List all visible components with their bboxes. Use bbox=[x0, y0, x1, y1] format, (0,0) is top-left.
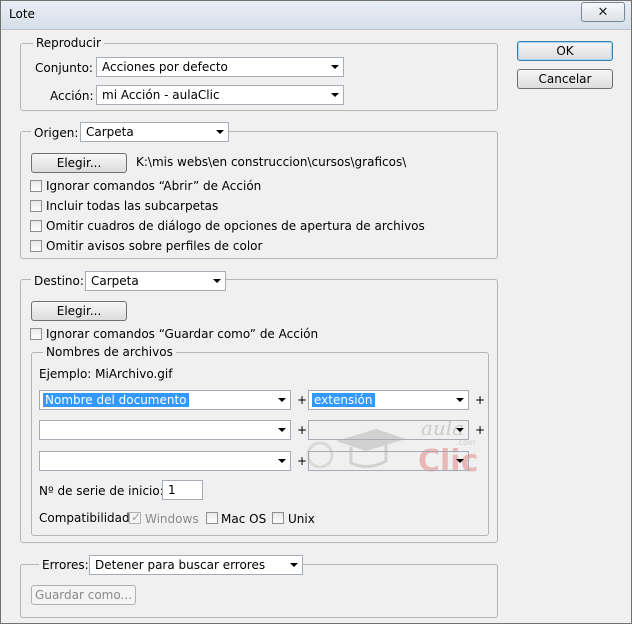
origen-path: K:\mis webs\en construccion\cursos\grafi… bbox=[136, 155, 407, 169]
accion-label: Acción: bbox=[50, 89, 94, 103]
incluir-subcarpetas-label: Incluir todas las subcarpetas bbox=[46, 199, 219, 213]
chevron-down-icon bbox=[331, 65, 339, 69]
filename-part3-select[interactable] bbox=[39, 420, 291, 440]
cancel-button[interactable]: Cancelar bbox=[517, 69, 613, 89]
destino-value: Carpeta bbox=[91, 274, 139, 288]
origen-elegir-button[interactable]: Elegir... bbox=[31, 153, 127, 173]
compat-windows-checkbox[interactable]: ✓ bbox=[129, 510, 142, 524]
accion-select[interactable]: mi Acción - aulaClic bbox=[96, 85, 344, 105]
close-icon: ✕ bbox=[597, 4, 609, 20]
filename-part1-select[interactable]: Nombre del documento bbox=[39, 390, 291, 410]
errores-value: Detener para buscar errores bbox=[95, 558, 266, 572]
close-button[interactable]: ✕ bbox=[581, 2, 625, 22]
serie-input[interactable]: 1 bbox=[162, 480, 203, 500]
plus-sign: + bbox=[297, 454, 308, 468]
chevron-down-icon bbox=[213, 279, 221, 283]
chevron-down-icon bbox=[290, 563, 298, 567]
conjunto-label: Conjunto: bbox=[35, 61, 93, 75]
ignorar-abrir-label: Ignorar comandos “Abrir” de Acción bbox=[46, 179, 262, 193]
check-mark-icon: ✓ bbox=[131, 510, 142, 524]
plus-sign: + bbox=[297, 393, 308, 407]
serie-value: 1 bbox=[168, 483, 176, 497]
guardar-como-button[interactable]: Guardar como... bbox=[31, 585, 136, 605]
omitir-perfiles-label: Omitir avisos sobre perfiles de color bbox=[46, 239, 263, 253]
destino-label: Destino: bbox=[31, 274, 87, 288]
plus-sign: + bbox=[475, 423, 486, 437]
chevron-down-icon bbox=[216, 130, 224, 134]
ignorar-abrir-checkbox[interactable] bbox=[30, 180, 42, 192]
ejemplo-text: Ejemplo: MiArchivo.gif bbox=[39, 367, 173, 381]
chevron-down-icon bbox=[456, 398, 464, 402]
compat-unix-checkbox[interactable] bbox=[272, 512, 284, 524]
filename-part4-select[interactable] bbox=[308, 420, 469, 440]
chevron-down-icon bbox=[278, 398, 286, 402]
accion-value: mi Acción - aulaClic bbox=[102, 88, 220, 102]
errores-select[interactable]: Detener para buscar errores bbox=[89, 555, 303, 575]
conjunto-select[interactable]: Acciones por defecto bbox=[96, 57, 344, 77]
compat-mac-label: Mac OS bbox=[221, 512, 267, 526]
omitir-dialogos-label: Omitir cuadros de diálogo de opciones de… bbox=[46, 219, 425, 233]
destino-select[interactable]: Carpeta bbox=[85, 271, 226, 291]
filename-part5-select[interactable] bbox=[39, 451, 291, 471]
origen-value: Carpeta bbox=[86, 125, 134, 139]
origen-label: Origen: bbox=[31, 126, 82, 140]
compat-mac-checkbox[interactable] bbox=[206, 512, 218, 524]
chevron-down-icon bbox=[278, 459, 286, 463]
chevron-down-icon bbox=[456, 459, 464, 463]
omitir-perfiles-checkbox[interactable] bbox=[30, 240, 42, 252]
reproducir-legend: Reproducir bbox=[33, 36, 104, 50]
ignorar-guardar-checkbox[interactable] bbox=[30, 328, 42, 340]
destino-elegir-button[interactable]: Elegir... bbox=[31, 301, 127, 321]
chevron-down-icon bbox=[278, 428, 286, 432]
compat-unix-label: Unix bbox=[288, 512, 315, 526]
window-title: Lote bbox=[9, 7, 35, 21]
origen-select[interactable]: Carpeta bbox=[80, 122, 229, 142]
plus-sign: + bbox=[297, 423, 308, 437]
errores-label: Errores: bbox=[39, 558, 92, 572]
filename-part2-value: extensión bbox=[312, 393, 375, 407]
ok-button[interactable]: OK bbox=[517, 41, 613, 61]
incluir-subcarpetas-checkbox[interactable] bbox=[30, 200, 42, 212]
filename-part1-value: Nombre del documento bbox=[43, 393, 189, 407]
chevron-down-icon bbox=[456, 428, 464, 432]
serie-label: Nº de serie de inicio: bbox=[39, 484, 164, 498]
plus-sign: + bbox=[475, 393, 486, 407]
filename-part6-select[interactable] bbox=[308, 451, 469, 471]
ignorar-guardar-label: Ignorar comandos “Guardar como” de Acció… bbox=[46, 327, 319, 341]
batch-dialog: Lote ✕ OK Cancelar Reproducir Conjunto: … bbox=[0, 0, 632, 624]
compat-windows-label: Windows bbox=[145, 512, 199, 526]
chevron-down-icon bbox=[331, 93, 339, 97]
omitir-dialogos-checkbox[interactable] bbox=[30, 220, 42, 232]
nombres-legend: Nombres de archivos bbox=[43, 345, 176, 359]
title-bar: Lote ✕ bbox=[1, 1, 631, 30]
compat-label: Compatibilidad: bbox=[39, 511, 134, 525]
conjunto-value: Acciones por defecto bbox=[102, 60, 228, 74]
filename-part2-select[interactable]: extensión bbox=[308, 390, 469, 410]
